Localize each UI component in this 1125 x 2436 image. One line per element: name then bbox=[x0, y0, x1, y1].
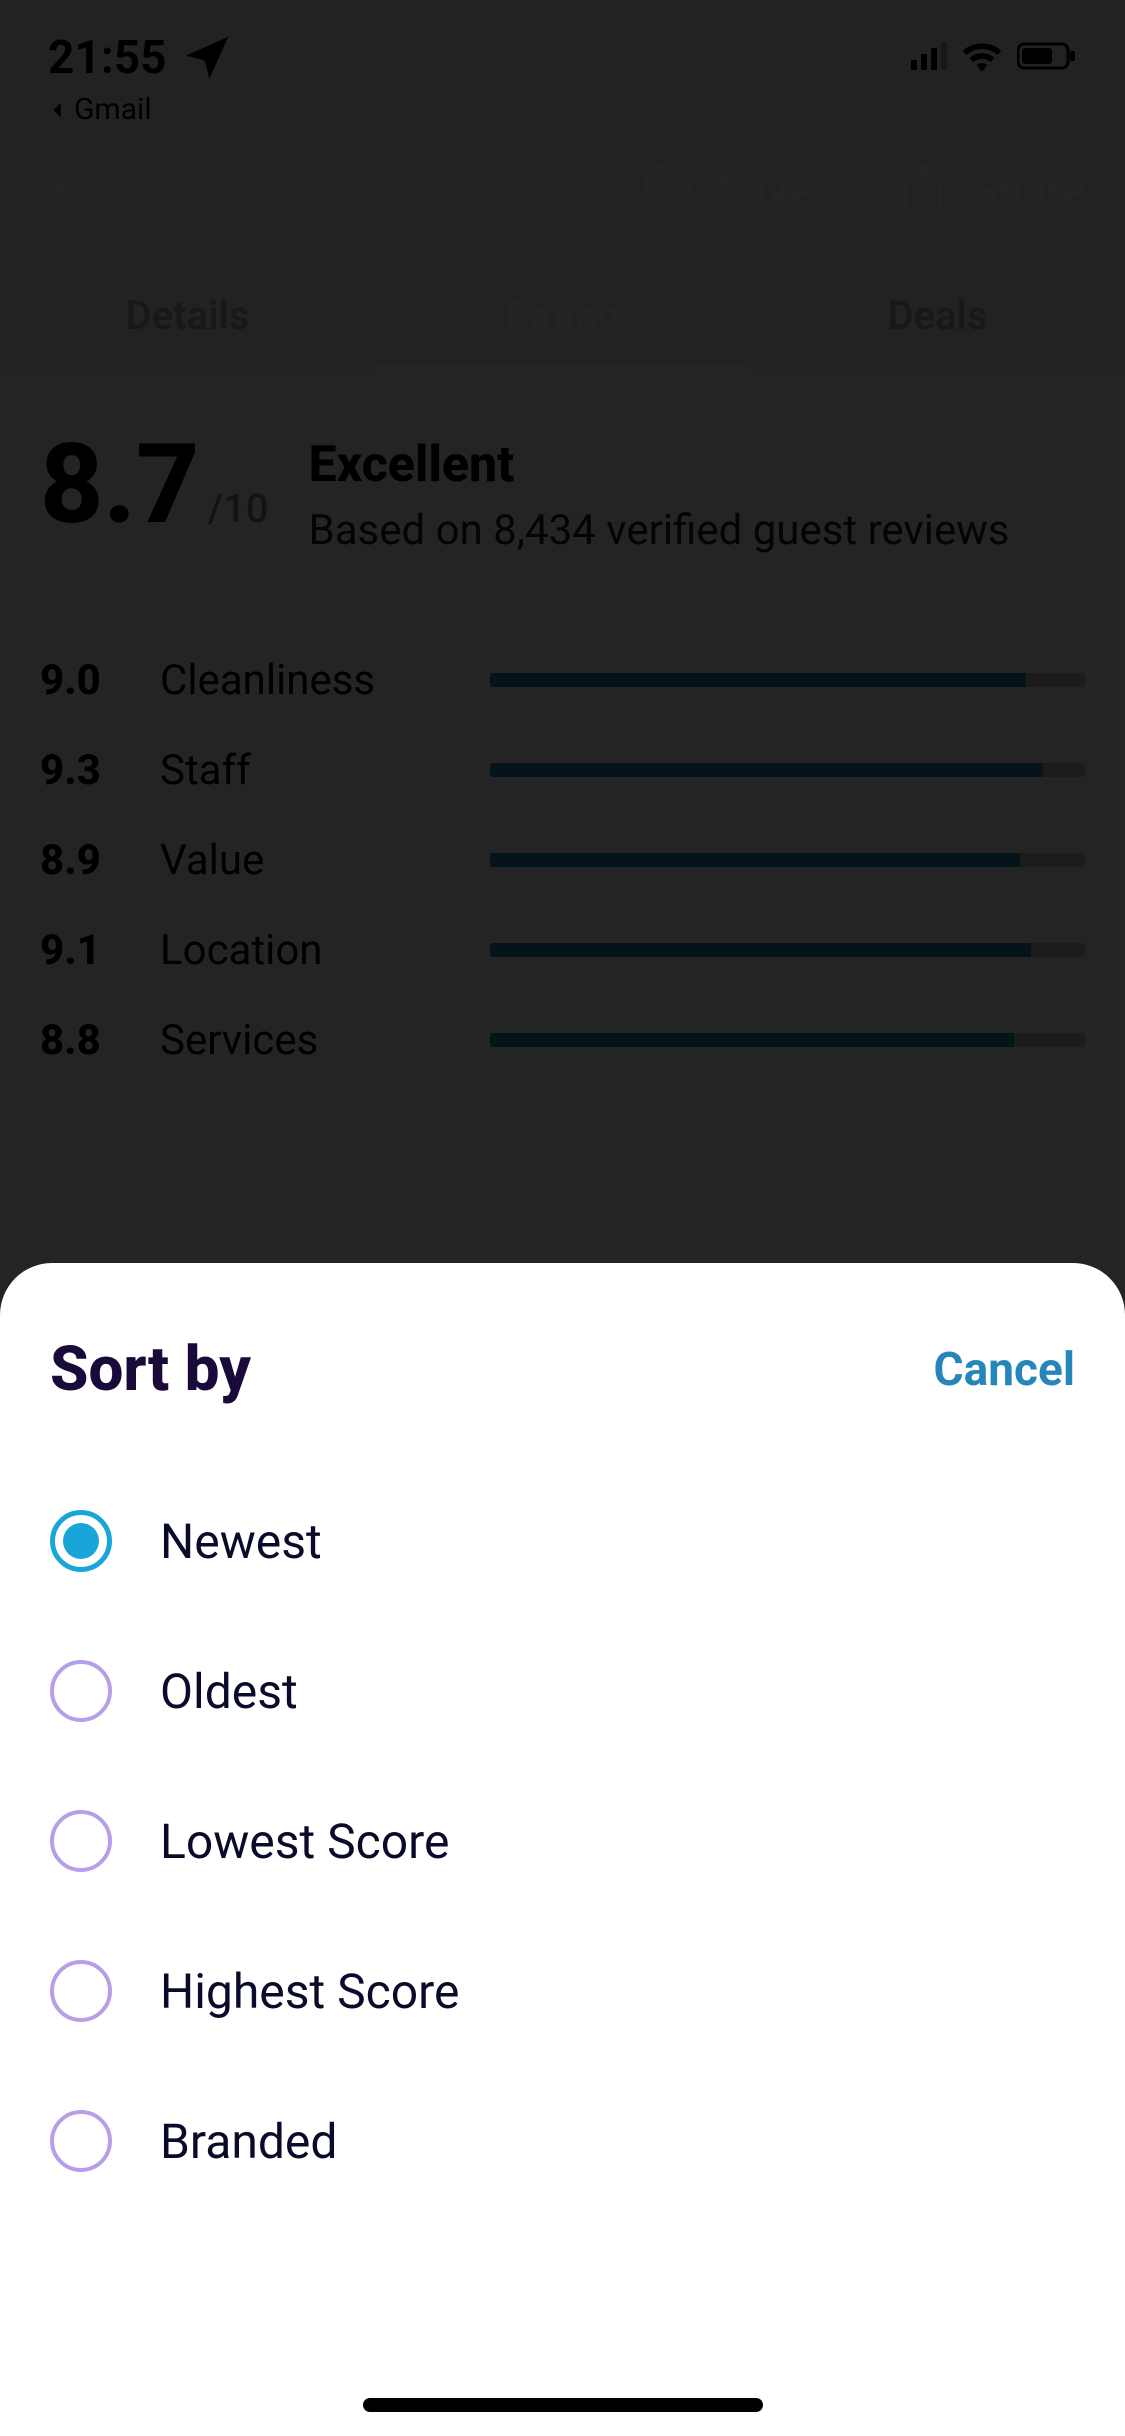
radio-icon bbox=[50, 1810, 112, 1872]
sort-option[interactable]: Highest Score bbox=[50, 1916, 1075, 2066]
sort-options-list: Newest Oldest Lowest Score Highest Score Bra… bbox=[50, 1466, 1075, 2216]
sheet-title: Sort by bbox=[50, 1333, 251, 1406]
sort-sheet: Sort by Cancel Newest Oldest Lowest Score H… bbox=[0, 1263, 1125, 2436]
sort-option[interactable]: Newest bbox=[50, 1466, 1075, 1616]
cancel-button[interactable]: Cancel bbox=[934, 1343, 1075, 1397]
sort-option[interactable]: Oldest bbox=[50, 1616, 1075, 1766]
radio-icon bbox=[50, 1960, 112, 2022]
sort-option-label: Branded bbox=[160, 2113, 337, 2170]
sort-option[interactable]: Lowest Score bbox=[50, 1766, 1075, 1916]
sort-option[interactable]: Branded bbox=[50, 2066, 1075, 2216]
radio-icon bbox=[50, 1510, 112, 1572]
sort-option-label: Highest Score bbox=[160, 1963, 459, 2020]
radio-icon bbox=[50, 1660, 112, 1722]
radio-icon bbox=[50, 2110, 112, 2172]
sort-option-label: Lowest Score bbox=[160, 1813, 449, 1870]
sort-option-label: Oldest bbox=[160, 1663, 298, 1720]
home-indicator[interactable] bbox=[363, 2398, 763, 2412]
sort-option-label: Newest bbox=[160, 1513, 322, 1570]
